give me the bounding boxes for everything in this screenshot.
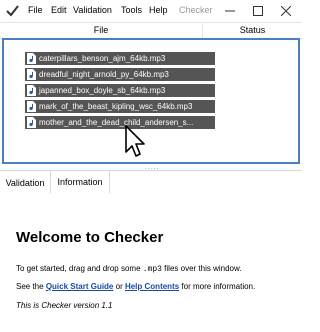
instructions-text-start: To get started, drag and drop some bbox=[16, 264, 143, 273]
list-item[interactable]: caterpillars_benson_ajm_64kb.mp3 bbox=[25, 52, 215, 65]
audio-file-icon bbox=[27, 53, 36, 64]
file-name: dreadful_night_arnold_py_64kb.mp3 bbox=[39, 70, 169, 79]
file-drop-area[interactable]: caterpillars_benson_ajm_64kb.mp3 dreadfu… bbox=[2, 38, 300, 164]
file-name: mother_and_the_dead_child_andersen_s... bbox=[39, 118, 194, 127]
list-item[interactable]: mother_and_the_dead_child_andersen_s... bbox=[25, 116, 215, 129]
title-bar: File Edit Validation Tools Help Checker bbox=[0, 0, 302, 22]
mouse-pointer-icon bbox=[125, 125, 145, 157]
menu-validation[interactable]: Validation bbox=[73, 5, 112, 15]
tab-information[interactable]: Information bbox=[51, 171, 110, 193]
audio-file-icon bbox=[27, 69, 36, 80]
column-header-file[interactable]: File bbox=[0, 25, 202, 35]
version-text: This is Checker version 1.1 bbox=[16, 301, 113, 310]
audio-file-icon bbox=[27, 101, 36, 112]
welcome-panel: Welcome to Checker To get started, drag … bbox=[0, 193, 302, 332]
file-extension-code: .mp3 bbox=[142, 265, 162, 274]
list-item[interactable]: mark_of_the_beast_kipling_wsc_64kb.mp3 bbox=[25, 100, 215, 113]
help-text-start: See the bbox=[16, 282, 46, 291]
menu-help[interactable]: Help bbox=[149, 5, 168, 15]
app-icon bbox=[6, 5, 19, 17]
menu-edit[interactable]: Edit bbox=[51, 5, 67, 15]
audio-file-icon bbox=[27, 85, 36, 96]
file-name: japanned_box_doyle_sb_64kb.mp3 bbox=[39, 86, 166, 95]
file-name: caterpillars_benson_ajm_64kb.mp3 bbox=[39, 54, 166, 63]
maximize-button[interactable] bbox=[244, 0, 272, 22]
column-header-status[interactable]: Status bbox=[203, 25, 302, 35]
minimize-icon bbox=[225, 10, 235, 12]
close-button[interactable] bbox=[272, 0, 300, 22]
quick-start-guide-link[interactable]: Quick Start Guide bbox=[46, 282, 114, 291]
instructions-text: To get started, drag and drop some .mp3 … bbox=[16, 264, 242, 274]
instructions-text-end: files over this window. bbox=[161, 264, 242, 273]
maximize-icon bbox=[253, 6, 263, 16]
window-title: Checker bbox=[179, 5, 213, 15]
menu-file[interactable]: File bbox=[28, 5, 43, 15]
welcome-heading: Welcome to Checker bbox=[16, 229, 164, 246]
audio-file-icon bbox=[27, 117, 36, 128]
file-name: mark_of_the_beast_kipling_wsc_64kb.mp3 bbox=[39, 102, 193, 111]
dragged-file-list: caterpillars_benson_ajm_64kb.mp3 dreadfu… bbox=[25, 52, 215, 132]
list-item[interactable]: japanned_box_doyle_sb_64kb.mp3 bbox=[25, 84, 215, 97]
help-contents-link[interactable]: Help Contents bbox=[125, 282, 179, 291]
tab-validation[interactable]: Validation bbox=[0, 171, 51, 194]
list-item[interactable]: dreadful_night_arnold_py_64kb.mp3 bbox=[25, 68, 215, 81]
close-icon bbox=[281, 6, 291, 16]
bottom-tab-bar: Validation Information bbox=[0, 170, 302, 194]
help-links-text: See the Quick Start Guide or Help Conten… bbox=[16, 282, 255, 291]
help-text-mid: or bbox=[113, 282, 125, 291]
help-text-end: for more information. bbox=[179, 282, 256, 291]
file-table-header: File Status bbox=[0, 22, 302, 39]
minimize-button[interactable] bbox=[216, 0, 244, 22]
menu-tools[interactable]: Tools bbox=[121, 5, 142, 15]
